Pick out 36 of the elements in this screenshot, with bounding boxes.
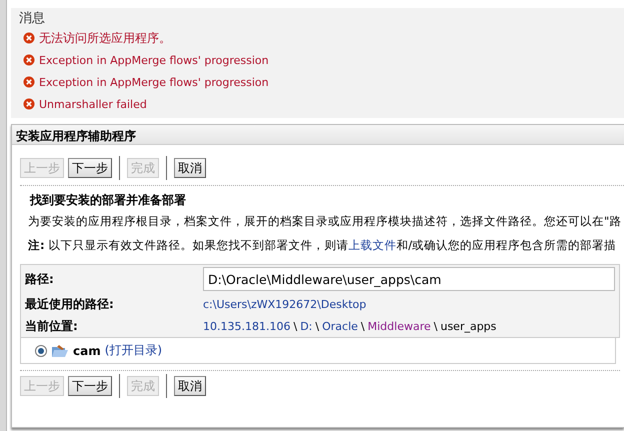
path-field[interactable]: D:\Oracle\Middleware\user_apps\cam	[203, 267, 615, 291]
radio-button[interactable]	[35, 344, 47, 356]
field-label: 路径:	[20, 264, 199, 293]
error-message: Exception in AppMerge flows' progression	[39, 76, 269, 88]
error-icon	[23, 98, 35, 110]
breadcrumb-link[interactable]: Middleware	[368, 320, 431, 333]
wizard-button[interactable]: 取消	[174, 158, 206, 178]
error-icon	[23, 54, 35, 66]
breadcrumb-link[interactable]: 10.135.181.106	[203, 320, 290, 333]
breadcrumb-separator: \	[360, 320, 365, 333]
breadcrumb-link[interactable]: D:	[300, 320, 312, 333]
error-message: Exception in AppMerge flows' progression	[39, 54, 269, 66]
entry-name: cam	[73, 344, 101, 358]
breadcrumb-separator: \	[293, 320, 298, 333]
field-label: 当前位置:	[20, 315, 199, 338]
error-icon	[23, 32, 35, 44]
breadcrumb-current: user_apps	[440, 320, 496, 333]
breadcrumb-link[interactable]: Oracle	[322, 320, 358, 333]
wizard-button[interactable]: 下一步	[68, 158, 112, 178]
open-directory-link[interactable]: (打开目录)	[104, 342, 162, 359]
error-icon	[23, 76, 35, 88]
wizard-title: 安装应用程序辅助程序	[12, 125, 624, 145]
folder-icon	[51, 344, 69, 358]
section-heading: 找到要安装的部署并准备部署	[28, 192, 186, 209]
wizard-button[interactable]: 取消	[174, 376, 206, 396]
error-message: Unmarshaller failed	[39, 98, 147, 110]
note-text: 注: 以下只显示有效文件路径。如果您找不到部署文件，则请上载文件和/或确认您的应用程序包含所需的部署描	[27, 237, 616, 254]
breadcrumb-separator: \	[315, 320, 320, 333]
description-text: 为要安装的应用程序根目录，档案文件，展开的档案目录或应用程序模块描述符，选择文件路径。您还可以在"路	[27, 213, 622, 230]
wizard-button[interactable]: 下一步	[68, 376, 112, 396]
error-message: 无法访问所选应用程序。	[39, 30, 171, 46]
upload-file-link[interactable]: 上载文件	[348, 238, 396, 252]
breadcrumb-separator: \	[434, 320, 438, 333]
messages-title: 消息	[19, 10, 45, 27]
field-label: 最近使用的路径:	[20, 293, 199, 315]
recent-path-link[interactable]: c:\Users\zWX192672\Desktop	[203, 298, 366, 311]
